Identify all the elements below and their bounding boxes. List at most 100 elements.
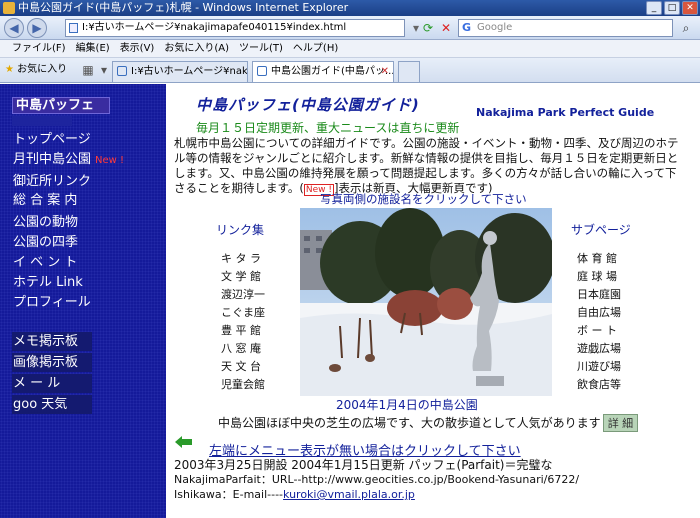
sidebar-item-top[interactable]: トップページ <box>12 130 91 149</box>
sidebar-item-hotels[interactable]: ホテル Link <box>12 273 83 292</box>
link-item[interactable]: こぐま座 <box>221 304 265 322</box>
sidebar-item-label: メモ掲示板 <box>13 334 79 349</box>
favorites-label: お気に入り <box>17 64 68 75</box>
sidebar-item-label: 公園の四季 <box>13 235 79 250</box>
contact-line: Ishikawa：E-mail----kuroki@vmail.plala.or… <box>174 486 415 502</box>
sidebar: 中島パッフェ トップページ 月刊中島公園 New ! 御近所リンク 総 合 案 内… <box>0 84 166 518</box>
forward-arrow-icon: ▶ <box>32 21 42 35</box>
menu-bar: ファイル(F) 編集(E) 表示(V) お気に入り(A) ツール(T) ヘルプ(… <box>0 40 700 58</box>
update-notice: 毎月１５日定期更新、重大ニュースは直ちに更新 <box>196 121 460 135</box>
menu-tools[interactable]: ツール(T) <box>239 40 283 57</box>
sidebar-item-monthly[interactable]: 月刊中島公園 New ! <box>12 150 124 169</box>
link-item[interactable]: キ タ ラ <box>221 250 265 268</box>
menu-help[interactable]: ヘルプ(H) <box>293 40 338 57</box>
refresh-icon[interactable]: ⟳ <box>420 20 436 36</box>
sidebar-item-label: プロフィール <box>13 295 91 310</box>
ie-app-icon <box>3 2 15 14</box>
link-item[interactable]: 天 文 台 <box>221 358 265 376</box>
sidebar-item-mail[interactable]: メ ー ル <box>12 374 92 393</box>
link-item[interactable]: 渡辺淳一 <box>221 286 265 304</box>
subpages-heading: サブページ <box>571 223 631 237</box>
tab-label: I:¥古いホームページ¥nakajim... <box>131 66 248 77</box>
menu-view[interactable]: 表示(V) <box>120 40 155 57</box>
ie-page-icon <box>117 66 127 76</box>
link-item[interactable]: 児童会館 <box>221 376 265 394</box>
menu-file[interactable]: ファイル(F) <box>12 40 66 57</box>
site-url: NakajimaParfait：URL--http://www.geocitie… <box>174 473 580 486</box>
subpage-item[interactable]: 川遊び場 <box>577 358 621 376</box>
subpage-item[interactable]: 日本庭園 <box>577 286 621 304</box>
photo-instruction: 写真両側の施設名をクリックして下さい <box>320 192 527 206</box>
new-tab-button[interactable] <box>398 61 420 82</box>
sidebar-item-seasons[interactable]: 公園の四季 <box>12 233 78 252</box>
address-bar[interactable]: I:¥古いホームページ¥nakajimapafe040115¥index.htm… <box>65 19 405 37</box>
tab-label: 中島公園ガイド(中島パッ... <box>271 66 394 77</box>
favorites-button[interactable]: ★ お気に入り <box>5 62 67 78</box>
link-item[interactable]: 八 窓 庵 <box>221 340 265 358</box>
sidebar-item-label: 月刊中島公園 <box>13 152 92 167</box>
sidebar-item-image-board[interactable]: 画像掲示板 <box>12 353 92 372</box>
ie-page-icon <box>257 66 267 76</box>
sidebar-item-label: 公園の動物 <box>13 215 79 230</box>
sidebar-item-profile[interactable]: プロフィール <box>12 293 91 312</box>
sidebar-item-weather[interactable]: goo 天気 <box>12 395 92 414</box>
stop-icon[interactable]: ✕ <box>438 20 454 36</box>
sidebar-item-guide[interactable]: 総 合 案 内 <box>12 191 77 210</box>
detail-button[interactable]: 詳 細 <box>602 414 639 432</box>
description-text: 中島公園ほぼ中央の芝生の広場です、大の散歩道として人気があります <box>218 416 601 430</box>
sidebar-item-links[interactable]: 御近所リンク <box>12 172 91 191</box>
sidebar-item-memo-board[interactable]: メモ掲示板 <box>12 332 92 351</box>
page-title-en: Nakajima Park Perfect Guide <box>476 106 655 119</box>
quick-tabs-icon[interactable]: ▦ <box>80 62 96 78</box>
site-logo: 中島パッフェ <box>12 97 110 114</box>
star-icon: ★ <box>5 64 14 75</box>
tab-local-homepage[interactable]: I:¥古いホームページ¥nakajim... <box>112 61 248 82</box>
menu-edit[interactable]: 編集(E) <box>76 40 110 57</box>
window-title-bar: 中島公園ガイド(中島パッフェ)札幌 - Windows Internet Exp… <box>0 0 700 16</box>
tab-list-icon[interactable]: ▾ <box>96 62 112 78</box>
sidebar-item-label: メ ー ル <box>13 376 61 391</box>
subpage-item[interactable]: 遊戯広場 <box>577 340 621 358</box>
sidebar-item-label: 総 合 案 内 <box>13 193 78 208</box>
close-tab-icon[interactable]: ✕ <box>381 62 389 81</box>
sidebar-item-label: トップページ <box>13 132 91 147</box>
page-content: 中島パッフェ トップページ 月刊中島公園 New ! 御近所リンク 総 合 案 内… <box>0 84 700 518</box>
window-controls: _ □ ✕ <box>646 1 698 15</box>
subpage-item[interactable]: ボ ー ト <box>577 322 621 340</box>
sidebar-item-label: ホテル Link <box>13 275 83 290</box>
photo-description: 中島公園ほぼ中央の芝生の広場です、大の散歩道として人気があります詳 細 <box>218 414 639 432</box>
back-button[interactable]: ◀ <box>4 18 24 38</box>
sidebar-item-label: goo 天気 <box>13 397 68 412</box>
tab-nakajima-guide[interactable]: 中島公園ガイド(中島パッ... ✕ <box>252 61 394 82</box>
sidebar-item-label: 画像掲示板 <box>13 355 79 370</box>
address-text: I:¥古いホームページ¥nakajimapafe040115¥index.htm… <box>82 22 347 33</box>
maximize-button[interactable]: □ <box>664 1 680 15</box>
search-icon[interactable]: ⌕ <box>678 20 694 36</box>
email-link[interactable]: kuroki@vmail.plala.or.jp <box>283 488 415 501</box>
search-placeholder: Google <box>477 22 513 33</box>
contact-label: Ishikawa：E-mail---- <box>174 488 284 501</box>
link-item[interactable]: 豊 平 館 <box>221 322 265 340</box>
subpage-item[interactable]: 飲食店等 <box>577 376 621 394</box>
subpage-item[interactable]: 庭 球 場 <box>577 268 621 286</box>
sidebar-item-events[interactable]: イ ベ ン ト <box>12 253 77 272</box>
sidebar-item-label: 御近所リンク <box>13 174 92 189</box>
subpage-item[interactable]: 体 育 館 <box>577 250 621 268</box>
link-item[interactable]: 文 学 館 <box>221 268 265 286</box>
subpage-item[interactable]: 自由広場 <box>577 304 621 322</box>
close-window-button[interactable]: ✕ <box>682 1 698 15</box>
menu-favorites[interactable]: お気に入り(A) <box>164 40 229 57</box>
back-arrow-icon: ◀ <box>9 21 19 35</box>
google-logo-icon: G <box>462 21 472 34</box>
window-title: 中島公園ガイド(中島パッフェ)札幌 - Windows Internet Exp… <box>18 1 349 14</box>
main-panel: 中島パッフェ(中島公園ガイド) Nakajima Park Perfect Gu… <box>166 84 700 518</box>
pointing-hand-icon <box>175 436 192 448</box>
sidebar-item-animals[interactable]: 公園の動物 <box>12 213 78 232</box>
page-icon <box>69 23 78 33</box>
forward-button[interactable]: ▶ <box>27 18 47 38</box>
intro-text: 札幌市中島公園についての詳細ガイドです。公園の施設・イベント・動物・四季、及び周… <box>174 136 688 198</box>
link-list: キ タ ラ 文 学 館 渡辺淳一 こぐま座 豊 平 館 八 窓 庵 天 文 台 … <box>221 250 265 394</box>
search-input[interactable]: G Google <box>458 19 673 37</box>
minimize-button[interactable]: _ <box>646 1 662 15</box>
links-heading: リンク集 <box>216 223 265 237</box>
